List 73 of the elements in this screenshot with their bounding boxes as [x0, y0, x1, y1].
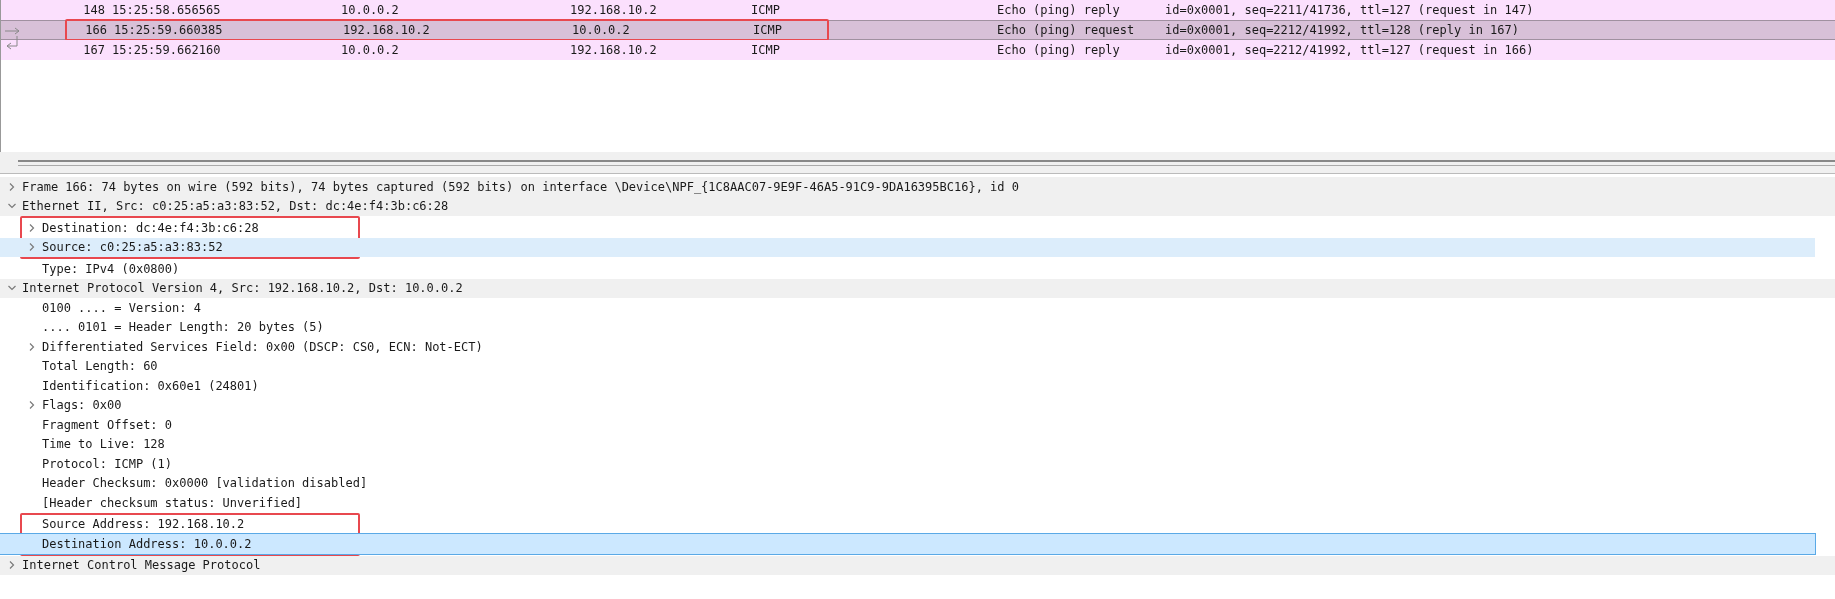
packet-info: id=0x0001, seq=2211/41736, ttl=127 (request in 147) — [1165, 2, 1534, 19]
tree-row[interactable]: Header Checksum: 0x0000 [validation disabled] — [0, 473, 1835, 493]
tree-item-text: Type: IPv4 (0x0800) — [42, 260, 180, 278]
packet-time: 15:25:59.662160 — [111, 42, 222, 59]
tree-item-text: Frame 166: 74 bytes on wire (592 bits), 74 bytes captured (592 bits) on interface \Device\NPF_{1C8AAC07-9E9F-46A5-91C9-9DA16395BC16}, id 0 — [22, 178, 1019, 196]
packet-destination: 192.168.10.2 — [570, 2, 658, 19]
packet-row[interactable]: 166 15:25:59.660385 192.168.10.2 10.0.0.2 ICMP Echo (ping) request id=0x0001, seq=2212/41992, ttl=128 (reply in 167) — [1, 20, 1835, 40]
tree-item-text: Source Address: 192.168.10.2 — [42, 516, 245, 534]
tree-item-text: Time to Live: 128 — [42, 436, 165, 454]
tree-item-text: Internet Control Message Protocol — [22, 557, 261, 575]
packet-info: id=0x0001, seq=2212/41992, ttl=127 (request in 166) — [1165, 42, 1534, 59]
packet-protocol: ICMP — [751, 2, 781, 19]
packet-source: 10.0.0.2 — [341, 42, 400, 59]
tree-row[interactable]: Type: IPv4 (0x0800) — [0, 259, 1835, 279]
packet-row[interactable]: 148 15:25:58.656565 10.0.0.2 192.168.10.2 ICMP Echo (ping) reply id=0x0001, seq=2211/41736, ttl=127 (request in 147) — [1, 0, 1835, 20]
tree-row[interactable]: Source Address: 192.168.10.2 — [0, 514, 1815, 534]
tree-item-text: Flags: 0x00 — [42, 397, 122, 415]
packet-number: 167 — [82, 42, 105, 59]
packet-protocol: ICMP — [751, 42, 781, 59]
tree-row[interactable]: Internet Control Message Protocol — [0, 555, 1835, 575]
packet-time: 15:25:58.656565 — [111, 2, 222, 19]
chevron-down-icon[interactable] — [8, 202, 16, 211]
tree-row[interactable]: 0100 .... = Version: 4 — [0, 298, 1835, 318]
tree-row[interactable]: Source: c0:25:a5:a3:83:52 — [0, 237, 1815, 257]
tree-item-text: .... 0101 = Header Length: 20 bytes (5) — [42, 319, 324, 337]
tree-item-text: Ethernet II, Src: c0:25:a5:a3:83:52, Dst: dc:4e:f4:3b:c6:28 — [22, 198, 449, 216]
packet-number: 166 — [84, 22, 107, 39]
chevron-right-icon[interactable] — [8, 561, 16, 570]
return-arrow-icon — [5, 36, 21, 50]
chevron-right-icon[interactable] — [28, 243, 36, 252]
tree-item-text: Internet Protocol Version 4, Src: 192.168.10.2, Dst: 10.0.0.2 — [22, 280, 463, 298]
tree-row[interactable]: Total Length: 60 — [0, 356, 1835, 376]
packet-info-type: Echo (ping) request — [997, 22, 1136, 39]
tree-item-text: Destination Address: 10.0.0.2 — [42, 535, 252, 553]
tree-item-text: Differentiated Services Field: 0x00 (DSCP: CS0, ECN: Not-ECT) — [42, 338, 483, 356]
tree-item-text: 0100 .... = Version: 4 — [42, 299, 201, 317]
arrow-right-icon — [5, 26, 21, 36]
packet-destination: 10.0.0.2 — [572, 22, 631, 39]
packet-info-type: Echo (ping) reply — [997, 2, 1121, 19]
tree-row[interactable]: Flags: 0x00 — [0, 395, 1835, 415]
tree-row[interactable]: Fragment Offset: 0 — [0, 415, 1835, 435]
packet-source: 192.168.10.2 — [343, 22, 431, 39]
tree-row[interactable]: Destination Address: 10.0.0.2 — [0, 534, 1815, 554]
tree-item-text: Total Length: 60 — [42, 358, 158, 376]
tree-item-text: [Header checksum status: Unverified] — [42, 494, 303, 512]
tree-row[interactable]: Frame 166: 74 bytes on wire (592 bits), 74 bytes captured (592 bits) on interface \Device\NPF_{1C8AAC07-9E9F-46A5-91C9-9DA16395BC16}, id 0 — [0, 177, 1835, 197]
packet-info: id=0x0001, seq=2212/41992, ttl=128 (reply in 167) — [1165, 22, 1519, 39]
tree-item-text: Identification: 0x60e1 (24801) — [42, 377, 259, 395]
packet-number: 148 — [82, 2, 105, 19]
packet-info-type: Echo (ping) reply — [997, 42, 1121, 59]
tree-row[interactable]: Differentiated Services Field: 0x00 (DSCP: CS0, ECN: Not-ECT) — [0, 337, 1835, 357]
tree-row[interactable]: [Header checksum status: Unverified] — [0, 493, 1835, 513]
tree-item-text: Header Checksum: 0x0000 [validation disabled] — [42, 475, 368, 493]
chevron-right-icon[interactable] — [28, 223, 36, 232]
tree-row[interactable]: .... 0101 = Header Length: 20 bytes (5) — [0, 317, 1835, 337]
chevron-right-icon[interactable] — [28, 401, 36, 410]
packet-time: 15:25:59.660385 — [113, 22, 224, 39]
packet-source: 10.0.0.2 — [341, 2, 400, 19]
chevron-down-icon[interactable] — [8, 284, 16, 293]
tree-row[interactable]: Identification: 0x60e1 (24801) — [0, 376, 1835, 396]
tree-item-text: Fragment Offset: 0 — [42, 416, 173, 434]
tree-row[interactable]: Destination: dc:4e:f4:3b:c6:28 — [0, 218, 1815, 238]
tree-row[interactable]: Internet Protocol Version 4, Src: 192.168.10.2, Dst: 10.0.0.2 — [0, 278, 1835, 298]
tree-item-text: Protocol: ICMP (1) — [42, 455, 173, 473]
tree-row[interactable]: Time to Live: 128 — [0, 434, 1835, 454]
tree-row[interactable]: Ethernet II, Src: c0:25:a5:a3:83:52, Dst: dc:4e:f4:3b:c6:28 — [0, 196, 1835, 216]
packet-protocol: ICMP — [753, 22, 783, 39]
chevron-right-icon[interactable] — [28, 342, 36, 351]
tree-item-text: Source: c0:25:a5:a3:83:52 — [42, 239, 223, 257]
chevron-right-icon[interactable] — [8, 182, 16, 191]
tree-item-text: Destination: dc:4e:f4:3b:c6:28 — [42, 219, 259, 237]
packet-destination: 192.168.10.2 — [570, 42, 658, 59]
tree-row[interactable]: Protocol: ICMP (1) — [0, 454, 1835, 474]
